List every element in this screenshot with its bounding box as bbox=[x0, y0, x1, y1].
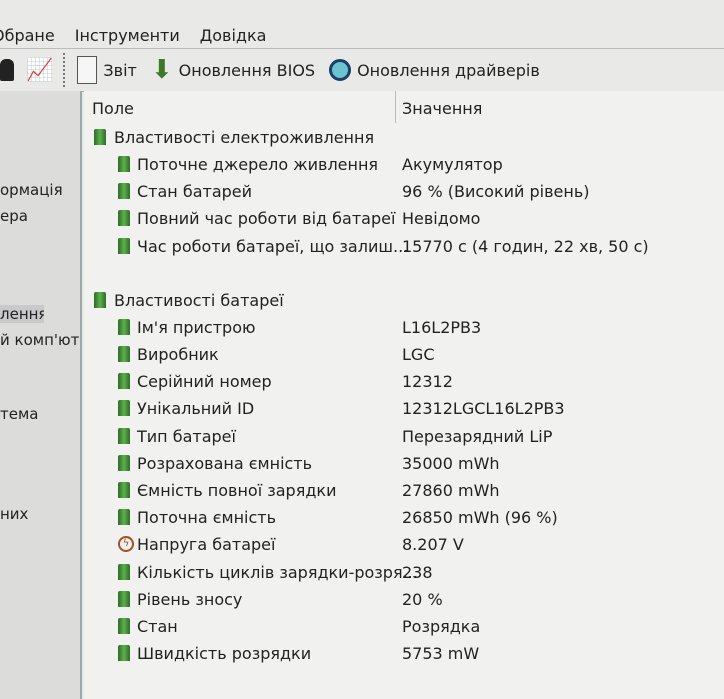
battery-icon bbox=[118, 645, 130, 662]
battery-icon bbox=[94, 291, 106, 308]
field-value: 15770 с (4 годин, 22 хв, 50 с) bbox=[402, 236, 649, 256]
field-value: 26850 mWh (96 %) bbox=[402, 508, 558, 528]
chart-icon[interactable]: 📈 bbox=[26, 58, 53, 83]
battery-icon bbox=[94, 129, 106, 145]
arrow-down-icon: ⬇ bbox=[150, 55, 173, 85]
table-row[interactable]: Унікальний ID 12312LGCL16L2PB3 bbox=[84, 395, 724, 422]
magnifier-icon bbox=[329, 59, 352, 81]
field-name: Рівень зносу bbox=[137, 589, 243, 609]
table-row[interactable]: Виробник LGC bbox=[84, 341, 724, 368]
field-value: 12312LGCL16L2PB3 bbox=[402, 399, 565, 419]
driver-update-button[interactable]: Оновлення драйверів bbox=[329, 59, 540, 81]
details-list: Поле Значення Властивості електроживленн… bbox=[84, 91, 724, 699]
battery-icon bbox=[118, 318, 130, 335]
field-name: Серійний номер bbox=[137, 372, 272, 392]
toolbar: 📈 Звіт ⬇ Оновлення BIOS Оновлення драйве… bbox=[0, 48, 724, 92]
user-icon[interactable] bbox=[0, 59, 14, 81]
table-row[interactable]: Поточна ємність 26850 mWh (96 %) bbox=[84, 504, 724, 531]
field-name: Виробник bbox=[137, 345, 219, 364]
table-row[interactable]: Швидкість розрядки 5753 mW bbox=[84, 640, 724, 667]
battery-icon bbox=[118, 373, 130, 390]
voltage-icon: ϟ bbox=[118, 536, 134, 553]
table-row[interactable]: Повний час роботи від батареї Невідомо bbox=[84, 205, 724, 232]
table-row[interactable]: Розрахована ємність 35000 mWh bbox=[84, 450, 724, 477]
battery-icon bbox=[118, 400, 130, 417]
group-header[interactable]: Властивості батареї bbox=[84, 287, 724, 314]
sidebar-item[interactable]: них bbox=[0, 505, 80, 523]
field-value: 12312 bbox=[402, 372, 453, 392]
field-value: 238 bbox=[402, 562, 433, 582]
field-name: Швидкість розрядки bbox=[137, 644, 312, 664]
document-icon bbox=[77, 56, 98, 84]
field-value: Акумулятор bbox=[402, 155, 503, 174]
toolbar-separator bbox=[63, 53, 66, 87]
battery-icon bbox=[118, 237, 130, 254]
report-button[interactable]: Звіт bbox=[77, 56, 137, 84]
table-row[interactable]: Поточне джерело живлення Акумулятор bbox=[84, 151, 724, 178]
field-name: Кількість циклів зарядки-розря... bbox=[137, 562, 418, 582]
field-value: 8.207 V bbox=[402, 535, 464, 555]
menu-favorites[interactable]: Обране bbox=[0, 26, 55, 45]
menu-bar: Обране Інструменти Довідка bbox=[0, 22, 724, 48]
sidebar-item-selected[interactable]: лення bbox=[0, 305, 44, 323]
battery-icon bbox=[118, 454, 130, 471]
group-header[interactable]: Властивості електроживлення bbox=[84, 124, 724, 151]
field-name: Ім'я пристрою bbox=[137, 317, 256, 337]
battery-icon bbox=[118, 482, 130, 498]
field-value: 35000 mWh bbox=[402, 453, 500, 473]
field-name: Стан батарей bbox=[137, 182, 253, 202]
battery-icon bbox=[118, 183, 130, 200]
battery-icon bbox=[118, 563, 130, 580]
field-name: Поточна ємність bbox=[137, 508, 277, 528]
field-value: Розрядка bbox=[402, 617, 481, 636]
field-value: 20 % bbox=[402, 589, 443, 609]
field-value: LGC bbox=[402, 345, 435, 364]
menu-tools[interactable]: Інструменти bbox=[75, 26, 180, 45]
field-name: Розрахована ємність bbox=[137, 453, 313, 473]
field-name: Стан bbox=[137, 617, 178, 636]
sidebar-item[interactable]: тема bbox=[0, 405, 80, 423]
battery-icon bbox=[118, 346, 130, 362]
field-value: Перезарядний LiP bbox=[402, 426, 553, 446]
battery-icon bbox=[118, 210, 130, 227]
sidebar-item[interactable]: ормація bbox=[0, 181, 80, 199]
battery-icon bbox=[118, 427, 130, 444]
sidebar-item[interactable]: й комп'ют bbox=[0, 331, 80, 349]
list-header: Поле Значення bbox=[84, 91, 724, 123]
field-name: Унікальний ID bbox=[137, 399, 255, 419]
table-row[interactable]: Ємність повної зарядки 27860 mWh bbox=[84, 477, 724, 504]
battery-icon bbox=[118, 509, 130, 526]
table-row[interactable]: Ім'я пристрою L16L2PB3 bbox=[84, 314, 724, 341]
bios-update-button[interactable]: ⬇ Оновлення BIOS bbox=[151, 55, 315, 85]
field-name: Напруга батареї bbox=[137, 535, 276, 555]
table-row[interactable]: Час роботи батареї, що залиш... 15770 с (… bbox=[84, 233, 724, 260]
menu-help[interactable]: Довідка bbox=[200, 26, 267, 45]
table-row[interactable]: Рівень зносу 20 % bbox=[84, 586, 724, 613]
field-value: 27860 mWh bbox=[402, 481, 500, 500]
table-row[interactable]: Стан Розрядка bbox=[84, 613, 724, 640]
field-name: Ємність повної зарядки bbox=[137, 481, 337, 500]
field-value: L16L2PB3 bbox=[402, 317, 482, 337]
battery-icon bbox=[118, 590, 130, 607]
field-value: Невідомо bbox=[402, 209, 481, 229]
field-value: 96 % (Високий рівень) bbox=[402, 182, 590, 202]
battery-icon bbox=[118, 156, 130, 172]
sidebar-tree[interactable]: ормація ера лення й комп'ют тема них bbox=[0, 91, 82, 699]
field-name: Повний час роботи від батареї bbox=[137, 209, 396, 229]
field-name: Тип батареї bbox=[137, 426, 236, 446]
column-value[interactable]: Значення bbox=[402, 99, 482, 118]
sidebar-item[interactable]: ера bbox=[0, 207, 80, 225]
column-field[interactable]: Поле bbox=[92, 99, 134, 118]
table-row[interactable]: Тип батареї Перезарядний LiP bbox=[84, 423, 724, 450]
field-name: Поточне джерело живлення bbox=[137, 155, 379, 174]
field-name: Час роботи батареї, що залиш... bbox=[137, 236, 409, 256]
table-row[interactable]: ϟ Напруга батареї 8.207 V bbox=[84, 531, 724, 558]
battery-icon bbox=[118, 618, 130, 634]
field-value: 5753 mW bbox=[402, 644, 480, 664]
table-row[interactable]: Серійний номер 12312 bbox=[84, 368, 724, 395]
table-row[interactable]: Кількість циклів зарядки-розря... 238 bbox=[84, 559, 724, 586]
table-row[interactable]: Стан батарей 96 % (Високий рівень) bbox=[84, 178, 724, 205]
